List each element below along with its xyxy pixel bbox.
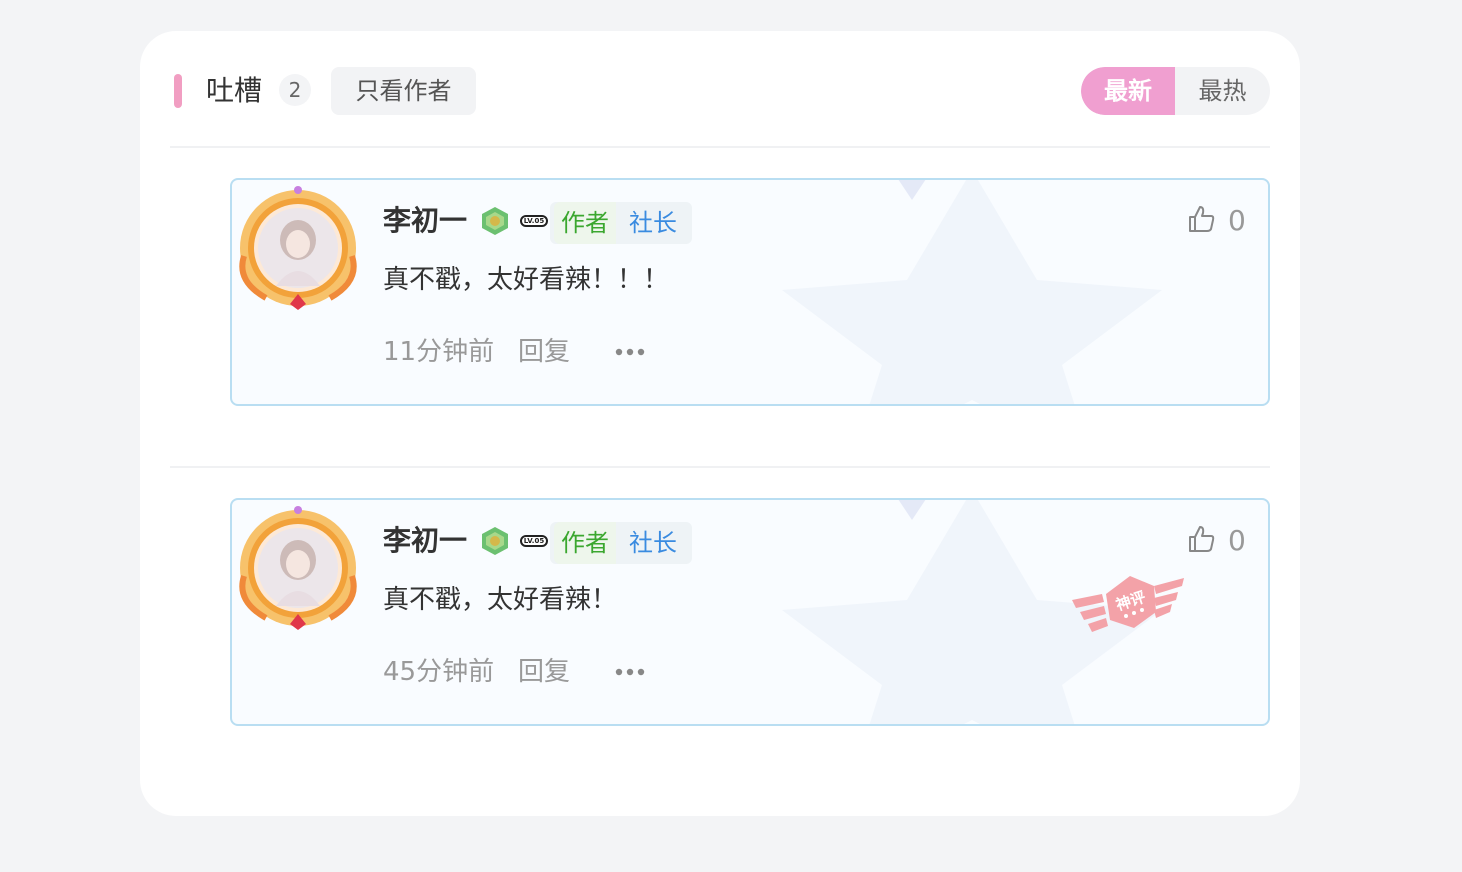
author-tag: 作者: [554, 202, 616, 244]
comment-item: 李初一 LV.05 作者 社长 0 神评 真不戳，太好看辣！ 45分钟前 回复: [230, 498, 1270, 726]
comment-timestamp: 45分钟前: [383, 657, 495, 687]
avatar[interactable]: [236, 506, 360, 630]
user-tags: 作者 社长: [550, 522, 692, 564]
username[interactable]: 李初一: [383, 522, 467, 560]
like-count: 0: [1228, 524, 1246, 557]
comment-item: 李初一 LV.05 作者 社长 0 真不戳，太好看辣！！！ 11分钟前 回复: [230, 178, 1270, 406]
background-star-decoration: [782, 180, 1162, 404]
comment-timestamp: 11分钟前: [383, 337, 495, 367]
user-tags: 作者 社长: [550, 202, 692, 244]
sort-latest-button[interactable]: 最新: [1081, 67, 1175, 115]
username[interactable]: 李初一: [383, 202, 467, 240]
comment-divider: [170, 466, 1270, 468]
user-rank-icon: [482, 527, 508, 555]
sort-hottest-button[interactable]: 最热: [1175, 67, 1270, 115]
comment-text: 真不戳，太好看辣！！！: [383, 265, 670, 295]
comment-section-card: 吐槽 2 只看作者 最新 最热 李初一 LV.05 作者 社长 0 真不戳，太好…: [140, 31, 1300, 816]
comment-text: 真不戳，太好看辣！: [383, 585, 618, 615]
chief-tag: 社长: [629, 529, 677, 557]
comment-count-badge: 2: [279, 74, 311, 106]
reply-button[interactable]: 回复: [518, 654, 570, 690]
comment-section-header: 吐槽 2 只看作者 最新 最热: [140, 31, 1300, 147]
level-badge: LV.05: [520, 215, 548, 227]
thumbs-up-icon[interactable]: [1186, 524, 1216, 554]
title-accent-bar: [174, 74, 182, 108]
sort-toggle: 最新 最热: [1081, 67, 1270, 115]
header-divider: [170, 146, 1270, 148]
thumbs-up-icon[interactable]: [1186, 204, 1216, 234]
level-badge: LV.05: [520, 535, 548, 547]
reply-button[interactable]: 回复: [518, 334, 570, 370]
god-comment-stamp-icon: 神评: [1072, 576, 1184, 632]
like-count: 0: [1228, 204, 1246, 237]
section-title: 吐槽: [206, 74, 263, 107]
avatar[interactable]: [236, 186, 360, 310]
more-options-icon[interactable]: [614, 666, 646, 678]
user-rank-icon: [482, 207, 508, 235]
chief-tag: 社长: [629, 209, 677, 237]
more-options-icon[interactable]: [614, 346, 646, 358]
author-tag: 作者: [554, 522, 616, 564]
author-only-filter-button[interactable]: 只看作者: [331, 67, 476, 115]
